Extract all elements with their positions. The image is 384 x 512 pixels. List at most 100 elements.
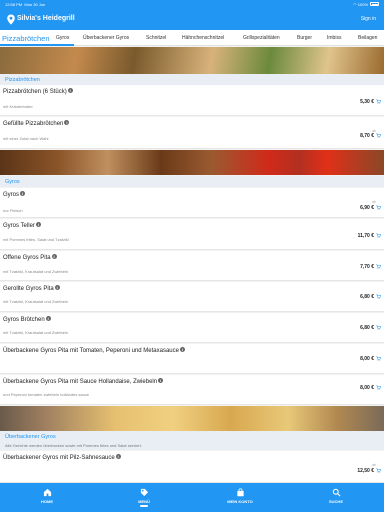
tag-icon bbox=[140, 488, 148, 497]
cart-icon[interactable] bbox=[376, 385, 381, 390]
item-description: mit Tzatziki, Krautsalat und Zwiebeln bbox=[3, 269, 69, 274]
cart-icon[interactable] bbox=[376, 294, 381, 299]
item-price: 6,90 € bbox=[360, 205, 374, 211]
active-tab-indicator bbox=[0, 44, 74, 46]
nav-search[interactable]: SUCHE bbox=[311, 488, 361, 504]
tab-imbiss[interactable]: Imbiss bbox=[327, 35, 341, 41]
cart-icon[interactable] bbox=[376, 264, 381, 269]
category-image-pizzabroetchen bbox=[0, 47, 384, 74]
item-description: und Peperoni tomaten zwiebeln hollandes … bbox=[3, 392, 90, 397]
info-icon[interactable]: i bbox=[64, 120, 70, 125]
nav-menu-label: MENÜ bbox=[138, 499, 150, 504]
tab-burger[interactable]: Burger bbox=[297, 35, 312, 41]
info-icon[interactable]: i bbox=[179, 347, 185, 352]
info-icon[interactable]: i bbox=[20, 191, 26, 196]
nav-search-label: SUCHE bbox=[328, 499, 343, 504]
info-icon[interactable]: i bbox=[51, 254, 57, 259]
category-note: Alle Gerichte werden überbacken sowie mi… bbox=[5, 443, 142, 448]
cart-icon[interactable] bbox=[376, 205, 381, 210]
nav-home-label: HOME bbox=[41, 499, 53, 504]
menu-item[interactable]: Überbackener Gyros mit Pilz-Sahnesauce i … bbox=[0, 451, 384, 483]
info-icon[interactable]: i bbox=[35, 222, 41, 227]
category-title: Überbackener Gyros bbox=[5, 434, 56, 440]
cart-icon[interactable] bbox=[376, 99, 381, 104]
battery-icon bbox=[370, 2, 379, 7]
tab-gyros[interactable]: Gyros bbox=[56, 35, 69, 41]
cart-icon[interactable] bbox=[376, 233, 381, 238]
item-description: mit Pommes frites, Salat und Tzatziki bbox=[3, 237, 69, 242]
item-description: mit einer Zutat nach Wahl bbox=[3, 136, 49, 141]
info-icon[interactable]: i bbox=[115, 454, 121, 459]
category-title: Gyros bbox=[5, 179, 20, 185]
nav-active-indicator bbox=[140, 505, 148, 507]
price-prefix: ab bbox=[372, 463, 376, 467]
menu-item[interactable]: Gerollte Gyros Pita i mit Tzatziki, Kraut… bbox=[0, 282, 384, 312]
cart-icon[interactable] bbox=[376, 468, 381, 473]
tab-schnitzel[interactable]: Schnitzel bbox=[146, 35, 166, 41]
cart-icon[interactable] bbox=[376, 325, 381, 330]
category-title: Pizzabrötchen bbox=[5, 77, 40, 83]
menu-item[interactable]: Offene Gyros Pita i mit Tzatziki, Krautsa… bbox=[0, 251, 384, 281]
info-icon[interactable]: i bbox=[67, 88, 73, 93]
location-pin-icon[interactable] bbox=[6, 14, 16, 25]
tab-ueberbackener-gyros[interactable]: Überbackener Gyros bbox=[83, 35, 129, 41]
nav-menu[interactable]: MENÜ bbox=[119, 488, 169, 504]
item-name: Gyros Teller i bbox=[3, 222, 41, 229]
bottom-navigation: HOME MENÜ MEIN KONTO SUCHE bbox=[0, 483, 384, 512]
item-price: 8,70 € bbox=[360, 133, 374, 139]
shopping-bag-icon bbox=[236, 488, 244, 497]
tab-beilagen[interactable]: Beilagen bbox=[358, 35, 377, 41]
category-image-gyros bbox=[0, 150, 384, 175]
nav-account-label: MEIN KONTO bbox=[227, 499, 253, 504]
app-bar: Silvia's Heidegrill Sign in bbox=[0, 8, 384, 30]
home-icon bbox=[43, 488, 51, 497]
nav-account[interactable]: MEIN KONTO bbox=[215, 488, 265, 504]
tab-pizzabroetchen[interactable]: Pizzabrötchen bbox=[2, 34, 50, 43]
menu-item[interactable]: Gefüllte Pizzabrötchen i mit einer Zutat … bbox=[0, 117, 384, 149]
search-icon bbox=[332, 488, 341, 497]
menu-item[interactable]: Pizzabrötchen (6 Stück) i mit Kräuterbutt… bbox=[0, 85, 384, 116]
item-name: Gyros i bbox=[3, 191, 26, 198]
cart-icon[interactable] bbox=[376, 133, 381, 138]
item-description: nur Fleisch bbox=[3, 208, 23, 213]
item-price: 7,70 € bbox=[360, 264, 374, 270]
sign-in-link[interactable]: Sign in bbox=[361, 16, 376, 22]
item-name: Überbackener Gyros mit Pilz-Sahnesauce i bbox=[3, 454, 121, 461]
restaurant-title[interactable]: Silvia's Heidegrill bbox=[17, 15, 75, 22]
info-icon[interactable]: i bbox=[54, 285, 60, 290]
menu-item[interactable]: Überbackene Gyros Pita mit Tomaten, Pepe… bbox=[0, 344, 384, 374]
item-price: 8,00 € bbox=[360, 385, 374, 391]
item-name: Gefüllte Pizzabrötchen i bbox=[3, 120, 70, 127]
wifi-icon: ◠ bbox=[353, 1, 357, 7]
price-prefix: ab bbox=[372, 200, 376, 204]
item-description: mit Kräuterbutter bbox=[3, 104, 33, 109]
menu-item[interactable]: Gyros Teller i mit Pommes frites, Salat u… bbox=[0, 219, 384, 250]
status-time-date: 12:58 PM Mon 30 Jun bbox=[5, 1, 46, 7]
status-bar: 12:58 PM Mon 30 Jun ◠ 100% bbox=[0, 0, 384, 8]
item-name: Pizzabrötchen (6 Stück) i bbox=[3, 88, 73, 95]
item-description: mit Tzatziki, Krautsalat und Zwiebeln bbox=[3, 330, 69, 335]
menu-item[interactable]: Gyros i nur Fleisch ab 6,90 € bbox=[0, 188, 384, 218]
status-battery: ◠ 100% bbox=[353, 2, 379, 7]
item-name: Überbackene Gyros Pita mit Sauce Holland… bbox=[3, 378, 164, 385]
cart-icon[interactable] bbox=[376, 356, 381, 361]
tab-haehnchenschnitzel[interactable]: Hähnchenschnitzel bbox=[182, 35, 224, 41]
item-price: 6,80 € bbox=[360, 325, 374, 331]
item-name: Gerollte Gyros Pita i bbox=[3, 285, 60, 292]
nav-home[interactable]: HOME bbox=[22, 488, 72, 504]
menu-item[interactable]: Gyros Brötchen i mit Tzatziki, Krautsalat… bbox=[0, 313, 384, 343]
category-header-gyros: Gyros bbox=[0, 176, 384, 187]
info-icon[interactable]: i bbox=[45, 316, 51, 321]
info-icon[interactable]: i bbox=[158, 378, 164, 383]
item-price: 8,00 € bbox=[360, 356, 374, 362]
item-description: mit Tzatziki, Krautsalat und Zwiebeln bbox=[3, 299, 69, 304]
menu-item[interactable]: Überbackene Gyros Pita mit Sauce Holland… bbox=[0, 375, 384, 405]
item-price: 11,70 € bbox=[357, 233, 374, 239]
tab-grillspezialitaeten[interactable]: Grillspezialitäten bbox=[243, 35, 280, 41]
item-price: 6,80 € bbox=[360, 294, 374, 300]
item-price: 12,50 € bbox=[357, 468, 374, 474]
item-name: Überbackene Gyros Pita mit Tomaten, Pepe… bbox=[3, 347, 185, 354]
category-header-pizzabroetchen: Pizzabrötchen bbox=[0, 74, 384, 85]
item-name: Gyros Brötchen i bbox=[3, 316, 51, 323]
item-name: Offene Gyros Pita i bbox=[3, 254, 57, 261]
